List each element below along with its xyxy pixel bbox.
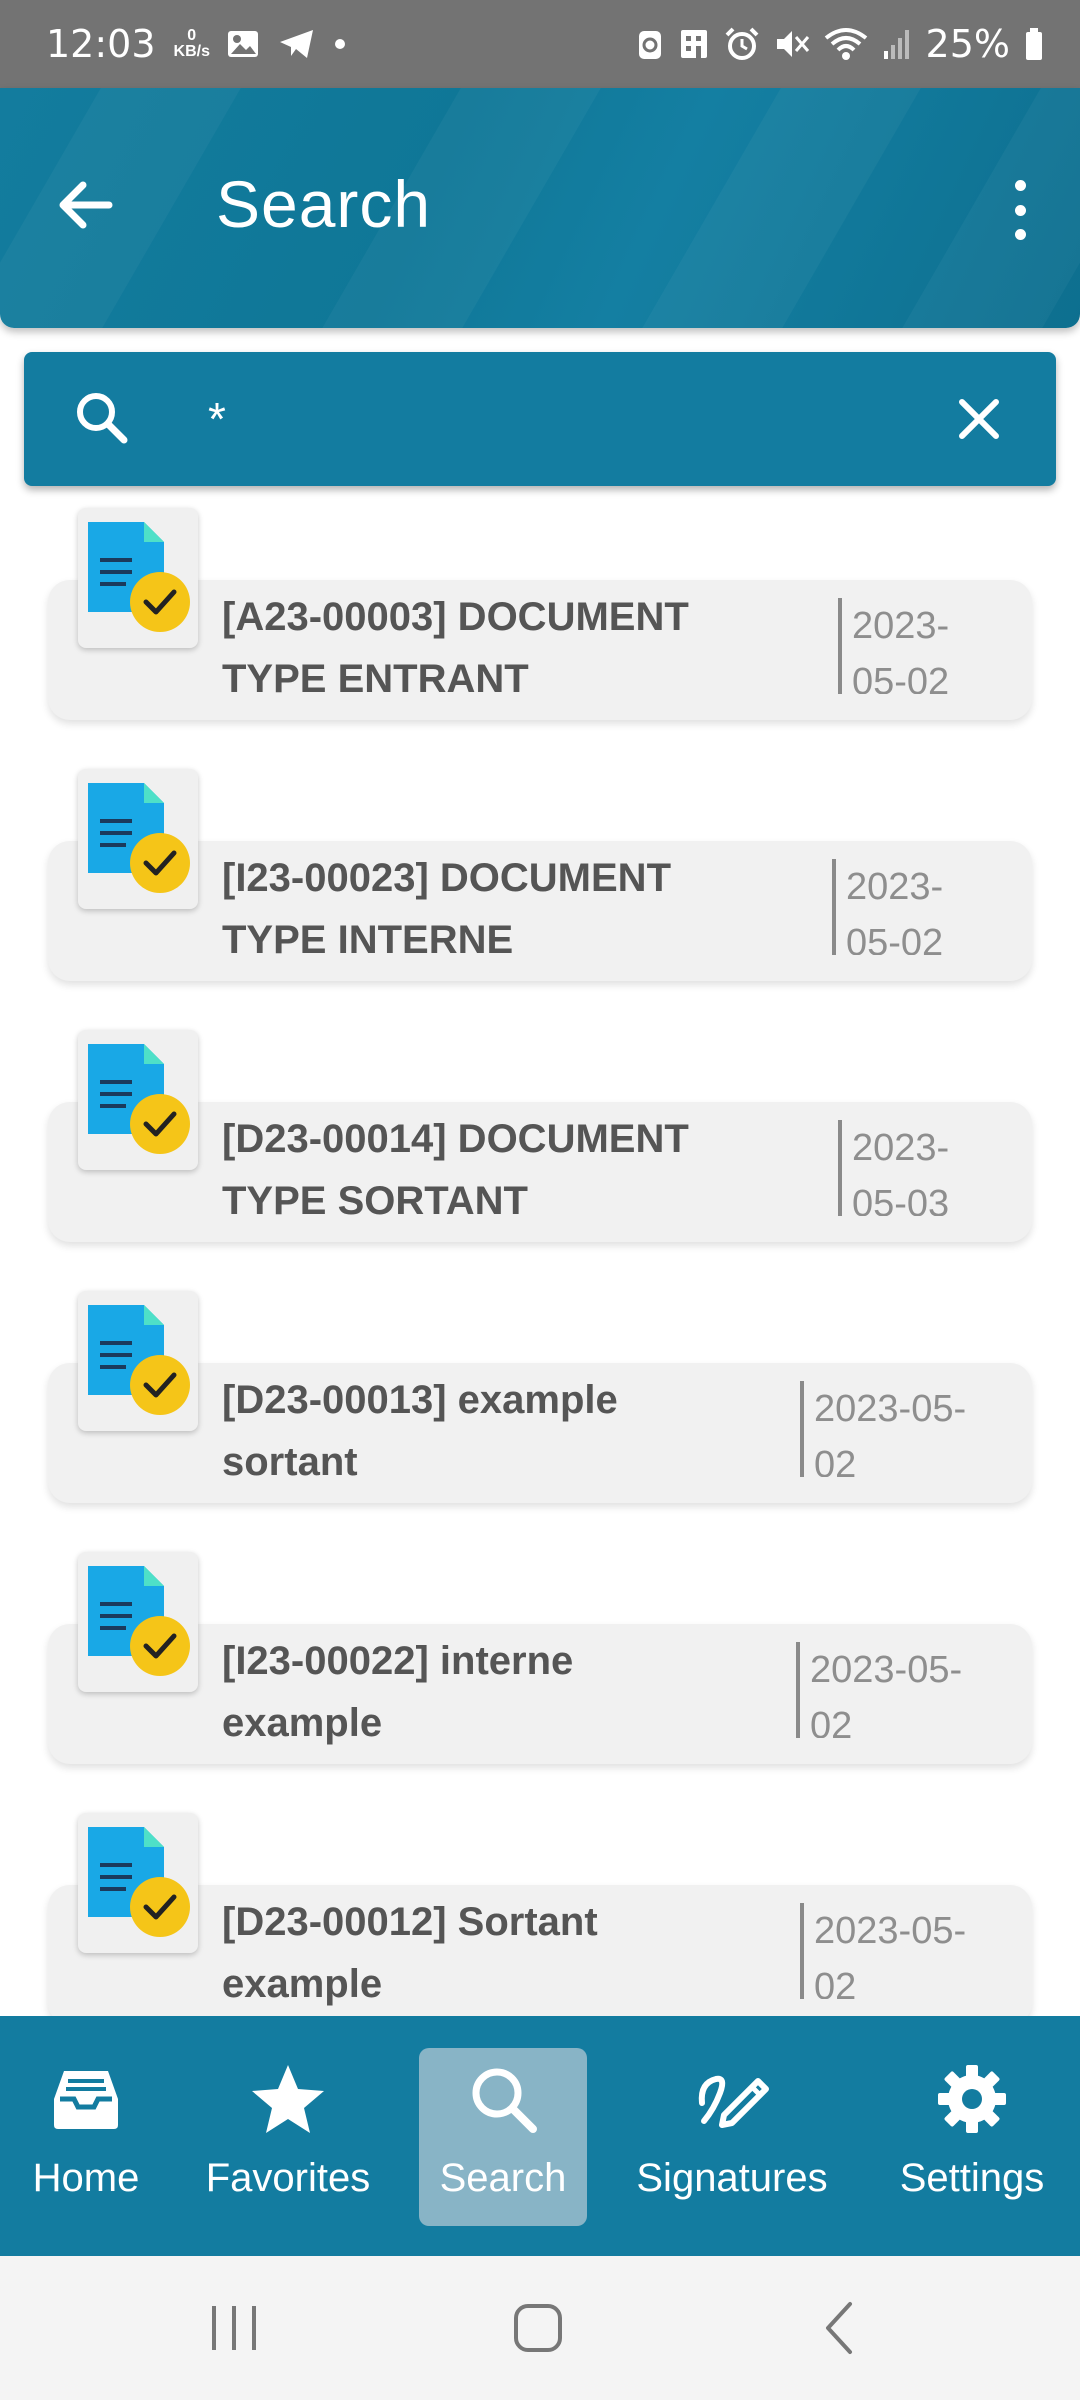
document-date: 2023-05-02: [838, 598, 949, 694]
star-icon: [252, 2065, 324, 2133]
document-check-icon: [88, 1044, 190, 1154]
bottom-navigation: Home Favorites Search Signatures Setting…: [0, 2016, 1080, 2256]
alarm-icon: [725, 27, 758, 60]
document-date: 2023- 05-03: [838, 1120, 949, 1216]
status-time: 12:03: [46, 22, 156, 66]
nav-home[interactable]: Home: [20, 2048, 152, 2226]
nav-search[interactable]: Search: [419, 2048, 587, 2226]
battery-icon: [1026, 28, 1042, 60]
document-title: [D23-00014] DOCUMENT TYPE SORTANT: [222, 1117, 689, 1223]
telegram-icon: [279, 30, 313, 58]
signature-icon: [698, 2075, 769, 2128]
gallery-icon: [227, 31, 258, 57]
document-check-icon: [88, 1827, 190, 1937]
document-check-icon: [88, 1305, 190, 1415]
document-thumbnail: [78, 769, 198, 909]
network-speed-unit: KB/s: [173, 43, 210, 60]
arrow-left-icon: [59, 181, 113, 229]
results-list: [A23-00003] DOCUMENT TYPE ENTRANT 2023- 05…: [0, 500, 1080, 2016]
search-bar: [24, 352, 1056, 486]
network-speed-value: 0: [187, 27, 197, 44]
nav-favorites[interactable]: Favorites: [196, 2048, 380, 2226]
document-title: [D23-00013] example sortant: [222, 1378, 618, 1484]
mute-icon: [776, 31, 809, 57]
wifi-icon: [824, 28, 867, 60]
search-icon: [77, 393, 128, 444]
gear-icon: [938, 2065, 1006, 2133]
search-icon: [472, 2068, 537, 2133]
document-title: [A23-00003] DOCUMENT TYPE ENTRANT: [222, 595, 689, 701]
building-icon: [680, 30, 707, 58]
nav-settings[interactable]: Settings: [890, 2048, 1054, 2226]
nav-label: Signatures: [636, 2156, 828, 2200]
list-item[interactable]: [D23-00013] example sortant 2023-05- 02: [0, 1283, 1080, 1513]
document-date: 2023-05-02: [796, 1642, 962, 1738]
document-date: 2023-05-02: [800, 1903, 966, 1999]
battery-percent: 25%: [925, 22, 1010, 66]
nav-label: Home: [32, 2156, 140, 2200]
document-thumbnail: [78, 1552, 198, 1692]
status-bar: 12:03 0 KB/s 25%: [0, 0, 1080, 88]
more-options-button[interactable]: [1000, 180, 1040, 240]
signal-icon: [883, 30, 909, 59]
list-item[interactable]: [I23-00023] DOCUMENT TYPE INTERNE 2023- 05…: [0, 761, 1080, 991]
app-bar: Search: [0, 88, 1080, 328]
nav-signatures[interactable]: Signatures: [620, 2048, 844, 2226]
document-check-icon: [88, 783, 190, 893]
clear-search-button[interactable]: [952, 392, 1006, 446]
nav-label: Search: [439, 2156, 567, 2200]
document-check-icon: [88, 1566, 190, 1676]
document-thumbnail: [78, 1030, 198, 1170]
inbox-icon: [54, 2071, 118, 2129]
more-vertical-icon: [1014, 180, 1026, 191]
home-button[interactable]: [508, 2296, 572, 2360]
document-thumbnail: [78, 508, 198, 648]
document-check-icon: [88, 522, 190, 632]
dot-icon: [334, 39, 345, 49]
document-thumbnail: [78, 1813, 198, 1953]
document-thumbnail: [78, 1291, 198, 1431]
nav-label: Favorites: [205, 2156, 371, 2200]
document-date: 2023-05-02: [832, 859, 943, 955]
document-title: [D23-00012] Sortant example: [222, 1900, 598, 2006]
document-title: [I23-00023] DOCUMENT TYPE INTERNE: [222, 856, 672, 962]
list-item[interactable]: [D23-00012] Sortant example 2023-05- 02: [0, 1805, 1080, 2016]
list-item[interactable]: [D23-00014] DOCUMENT TYPE SORTANT 2023- 05…: [0, 1022, 1080, 1252]
system-navigation-bar: [0, 2256, 1080, 2400]
document-date: 2023-05-02: [800, 1381, 966, 1477]
back-nav-button[interactable]: [812, 2296, 868, 2360]
recent-apps-button[interactable]: [206, 2296, 262, 2360]
page-title: Search: [216, 167, 432, 241]
recycle-icon: [638, 31, 661, 59]
back-button[interactable]: [50, 170, 120, 240]
network-speed: 0 KB/s: [174, 28, 210, 60]
search-input[interactable]: [208, 380, 948, 458]
document-title: [I23-00022] interne example: [222, 1639, 574, 1745]
list-item[interactable]: [A23-00003] DOCUMENT TYPE ENTRANT 2023- 05…: [0, 500, 1080, 730]
nav-label: Settings: [899, 2156, 1045, 2200]
list-item[interactable]: [I23-00022] interne example 2023-05- 02: [0, 1544, 1080, 1774]
